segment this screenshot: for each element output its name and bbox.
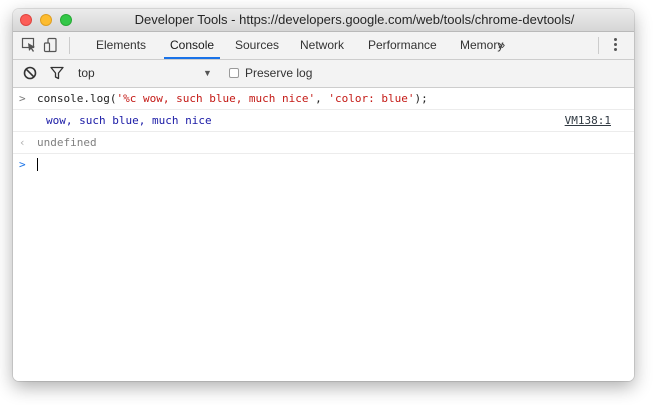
tab-network[interactable]: Network (300, 32, 344, 59)
console-result-row: ‹ undefined (13, 132, 634, 154)
more-tabs-button[interactable]: » (498, 32, 505, 59)
console-toolbar: top ▼ Preserve log (13, 60, 634, 88)
tab-sources[interactable]: Sources (235, 32, 279, 59)
input-prompt-icon: > (19, 158, 26, 171)
result-value: undefined (37, 136, 97, 149)
panel-tab-bar: Elements Console Sources Network Perform… (13, 32, 634, 60)
log-output-text: wow, such blue, much nice (46, 114, 212, 127)
tab-elements[interactable]: Elements (96, 32, 146, 59)
tab-memory[interactable]: Memory (460, 32, 503, 59)
result-arrow-icon: ‹ (19, 136, 26, 149)
console-output[interactable]: > console.log('%c wow, such blue, much n… (13, 88, 634, 381)
tab-sources-label: Sources (235, 38, 280, 52)
tab-network-label: Network (300, 38, 345, 52)
tab-performance-label: Performance (368, 38, 437, 52)
console-log-row: wow, such blue, much nice VM138:1 (13, 110, 634, 132)
command-chevron-icon: > (19, 92, 26, 105)
maximize-window-button[interactable] (60, 14, 72, 26)
log-source-link[interactable]: VM138:1 (565, 110, 611, 131)
close-window-button[interactable] (20, 14, 32, 26)
preserve-log-label[interactable]: Preserve log (245, 60, 312, 87)
tab-console-label: Console (170, 38, 215, 52)
context-selector[interactable]: top (78, 60, 95, 87)
minimize-window-button[interactable] (40, 14, 52, 26)
tab-memory-label: Memory (460, 38, 504, 52)
kebab-menu-icon[interactable] (613, 38, 617, 54)
active-tab-indicator (164, 57, 221, 59)
command-suffix: ); (414, 92, 428, 105)
command-separator: , (315, 92, 329, 105)
toolbar-divider-right (598, 37, 599, 54)
devtools-window: Developer Tools - https://developers.goo… (13, 9, 634, 381)
filter-icon[interactable] (49, 65, 65, 81)
console-command: console.log('%c wow, such blue, much nic… (37, 88, 428, 109)
command-style-string: 'color: blue' (328, 92, 415, 105)
tab-elements-label: Elements (96, 38, 147, 52)
console-command-row: > console.log('%c wow, such blue, much n… (13, 88, 634, 110)
preserve-log-checkbox[interactable] (229, 68, 239, 78)
inspect-element-icon[interactable] (21, 37, 37, 53)
text-caret (37, 158, 38, 171)
command-prefix: console.log( (37, 92, 117, 105)
device-toolbar-icon[interactable] (43, 37, 59, 53)
window-title: Developer Tools - https://developers.goo… (134, 12, 575, 27)
console-prompt-row[interactable]: > (13, 154, 634, 176)
tab-performance[interactable]: Performance (368, 32, 437, 59)
command-format-string: '%c wow, such blue, much nice' (116, 92, 316, 105)
tab-console[interactable]: Console (164, 32, 221, 59)
clear-console-icon[interactable] (22, 65, 38, 81)
chevron-down-icon[interactable]: ▼ (203, 60, 212, 87)
title-bar: Developer Tools - https://developers.goo… (13, 9, 634, 32)
toolbar-divider (69, 37, 70, 54)
